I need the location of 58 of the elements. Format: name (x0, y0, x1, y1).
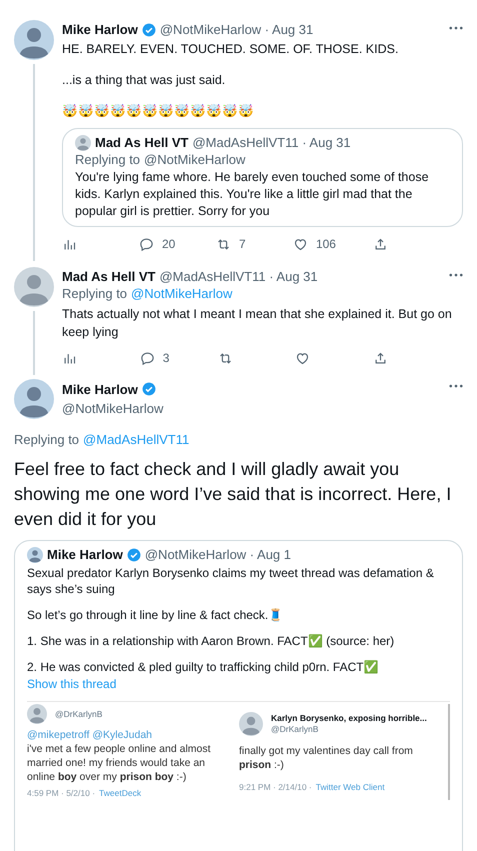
handle-and-time: @MadAsHellVT11 · Aug 31 (192, 135, 351, 151)
more-icon[interactable] (449, 26, 463, 30)
tweet-text: ...is a thing that was just said. (62, 72, 226, 89)
tweet-text: 🤯🤯🤯🤯🤯🤯🤯🤯🤯🤯🤯🤯 (62, 103, 255, 120)
tweet-text: HE. BARELY. EVEN. TOUCHED. SOME. OF. THOSE. KIDS. (62, 41, 400, 58)
avatar[interactable] (75, 135, 91, 151)
handle-and-time: @NotMikeHarlow · Aug 31 (160, 22, 314, 38)
replying-label: Replying to (75, 151, 140, 169)
tweet-text: i've met a few people online and almost married one! my friends would take an online boy over my prison boy :-) (27, 742, 212, 784)
quoted-text: 2. He was convicted & pled guilty to trafficking child p0rn. FACT✅ (27, 659, 380, 675)
avatar[interactable] (14, 20, 54, 60)
share-icon[interactable] (372, 236, 388, 252)
tweet-text: Feel free to fact check and I will gladly await you showing me one word I’ve said that is incorrect. Here, I even did it for you (14, 458, 452, 531)
like-icon[interactable] (295, 350, 310, 366)
quoted-text: You're lying fame whore. He barely even touched some of those kids. Karlyn explained this. You're like a little girl mad that the popular girl is prettier. Sorry for you (75, 169, 430, 220)
reply-icon[interactable] (140, 350, 155, 366)
tweet-meta: 4:59 PM · 5/2/10 · (27, 787, 96, 800)
handle: @DrKarlynB (55, 708, 102, 721)
quoted-text: Sexual predator Karlyn Borysenko claims my tweet thread was defamation & says she’s suing (27, 565, 435, 597)
mention-link[interactable]: @NotMikeHarlow (144, 151, 246, 169)
replying-label: Replying to (62, 285, 128, 303)
more-icon[interactable] (449, 384, 463, 388)
quoted-text: 1. She was in a relationship with Aaron Brown. FACT✅ (source: her) (27, 633, 396, 649)
tweet-text: Thats actually not what I meant I mean that she explained it. But go on keep lying (62, 306, 453, 341)
verified-badge-icon (142, 23, 156, 37)
quoted-tweet[interactable] (14, 540, 463, 851)
avatar[interactable] (14, 379, 54, 419)
reply-icon[interactable] (138, 236, 154, 252)
display-name: Karlyn Borysenko, exposing horrible... (271, 713, 427, 724)
action-count: 20 (162, 236, 176, 253)
display-name[interactable]: Mike Harlow (62, 22, 138, 38)
handle: @DrKarlynB (271, 724, 320, 735)
like-icon[interactable] (292, 236, 308, 252)
verified-badge-icon (126, 548, 141, 562)
action-count: 106 (316, 236, 336, 253)
quoted-text: So let’s go through it line by line & fact check.🧵 (27, 607, 284, 623)
display-name[interactable]: Mike Harlow (62, 380, 138, 399)
more-icon[interactable] (449, 273, 463, 277)
replying-label: Replying to (14, 431, 80, 449)
display-name[interactable]: Mike Harlow (47, 547, 123, 563)
share-icon[interactable] (373, 350, 388, 366)
retweet-icon[interactable] (216, 236, 231, 252)
retweet-icon[interactable] (218, 350, 232, 366)
tweet-meta: 9:21 PM · 2/14/10 · (239, 781, 312, 794)
avatar[interactable] (27, 704, 47, 724)
avatar[interactable] (14, 267, 54, 307)
verified-badge-icon (142, 382, 156, 396)
action-count: 3 (162, 350, 170, 367)
quoted-tweet[interactable] (62, 128, 463, 227)
display-name[interactable]: Mad As Hell VT (95, 135, 188, 151)
display-name[interactable]: Mad As Hell VT (62, 269, 156, 285)
handle-and-time: @MadAsHellVT11 · Aug 31 (159, 269, 318, 285)
handle: @NotMikeHarlow (62, 400, 164, 418)
handle-and-time: @NotMikeHarlow · Aug 1 (144, 547, 291, 563)
avatar[interactable] (27, 547, 43, 563)
avatar[interactable] (239, 712, 263, 736)
action-count: 7 (238, 236, 246, 253)
tweet-text: finally got my valentines day call from prison :-) (239, 744, 414, 772)
